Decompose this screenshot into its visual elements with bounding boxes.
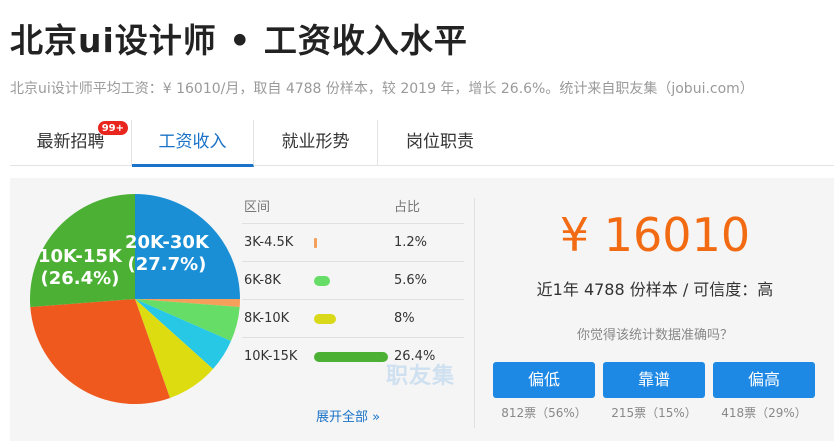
divider [474, 198, 475, 428]
range-cell: 10K-15K [244, 349, 298, 364]
accuracy-question: 你觉得该统计数据准确吗？ [576, 328, 733, 343]
tab-duties[interactable]: 岗位职责 [378, 120, 502, 166]
tab-label: 就业形势 [281, 132, 350, 152]
pie-label-20k-30k: 20K-30K (27.7%) [125, 232, 209, 275]
tab-bar: 最新招聘 99+ 工资收入 就业形势 岗位职责 [10, 120, 834, 167]
share-bar [314, 352, 388, 362]
share-bar [314, 238, 318, 248]
average-salary: ¥ 16010 [559, 208, 751, 262]
range-cell: 6K-8K [244, 273, 281, 288]
salary-distribution-table: 区间 占比 3K-4.5K 1.2% 6K-8K 5.6% 8K-10K 8% … [242, 198, 464, 376]
table-row: 3K-4.5K 1.2% [242, 224, 464, 262]
range-cell: 3K-4.5K [244, 235, 294, 250]
salary-pie-chart [30, 194, 240, 404]
table-header: 区间 占比 [242, 198, 464, 224]
vote-low-button[interactable]: 偏低 [493, 362, 595, 398]
column-header-range: 区间 [244, 200, 271, 215]
tab-latest-jobs[interactable]: 最新招聘 99+ [10, 120, 132, 166]
pie-label-10k-15k: 10K-15K (26.4%) [38, 246, 122, 289]
share-cell: 5.6% [394, 273, 428, 288]
tab-label: 最新招聘 [36, 132, 105, 152]
notification-badge: 99+ [96, 120, 129, 136]
page-subtitle: 北京ui设计师平均工资：¥ 16010/月，取自 4788 份样本，较 2019… [10, 81, 754, 97]
expand-all-link[interactable]: 展开全部 » [316, 406, 380, 425]
share-bar [314, 276, 330, 286]
tab-label: 岗位职责 [406, 132, 474, 152]
vote-high-button[interactable]: 偏高 [713, 362, 815, 398]
table-row: 6K-8K 5.6% [242, 262, 464, 300]
page-title: 北京ui设计师 • 工资收入水平 [10, 21, 468, 60]
table-row: 8K-10K 8% [242, 300, 464, 338]
sample-info: 近1年 4788 份样本 / 可信度：高 [536, 280, 774, 299]
vote-low-count: 812票（56%） [501, 406, 587, 420]
watermark: 职友集 [386, 364, 456, 389]
column-header-share: 占比 [394, 200, 421, 215]
vote-accurate-button[interactable]: 靠谱 [603, 362, 705, 398]
share-cell: 1.2% [394, 235, 428, 250]
share-cell: 8% [394, 311, 415, 326]
tab-salary[interactable]: 工资收入 [132, 120, 254, 167]
salary-panel: 20K-30K (27.7%) 10K-15K (26.4%) 区间 占比 3K… [10, 178, 834, 441]
vote-high-count: 418票（29%） [721, 406, 807, 420]
range-cell: 8K-10K [244, 311, 290, 326]
tab-label: 工资收入 [158, 132, 227, 152]
share-bar [314, 314, 337, 324]
tab-employment[interactable]: 就业形势 [254, 120, 378, 166]
vote-accurate-count: 215票（15%） [611, 406, 697, 420]
